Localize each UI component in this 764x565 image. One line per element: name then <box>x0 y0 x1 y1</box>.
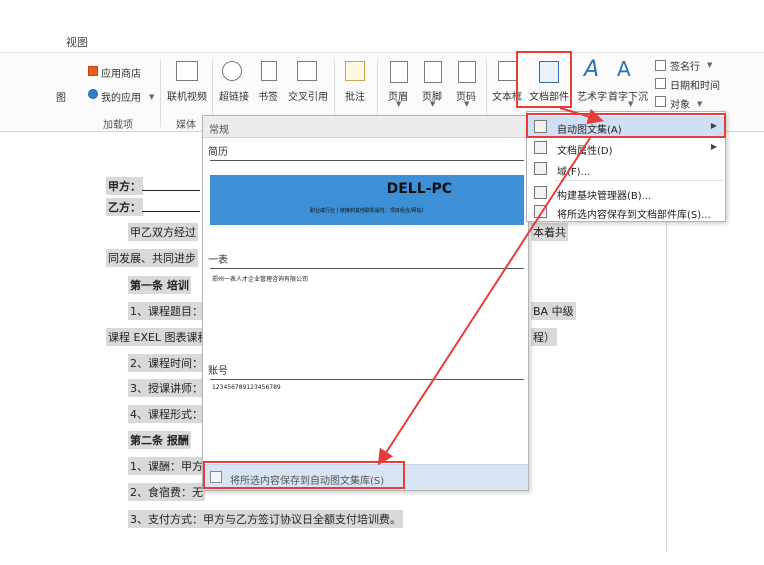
annotation-arrows <box>377 107 604 466</box>
arrow-to-autotext <box>559 107 604 125</box>
arrow-to-save-button <box>377 137 591 466</box>
